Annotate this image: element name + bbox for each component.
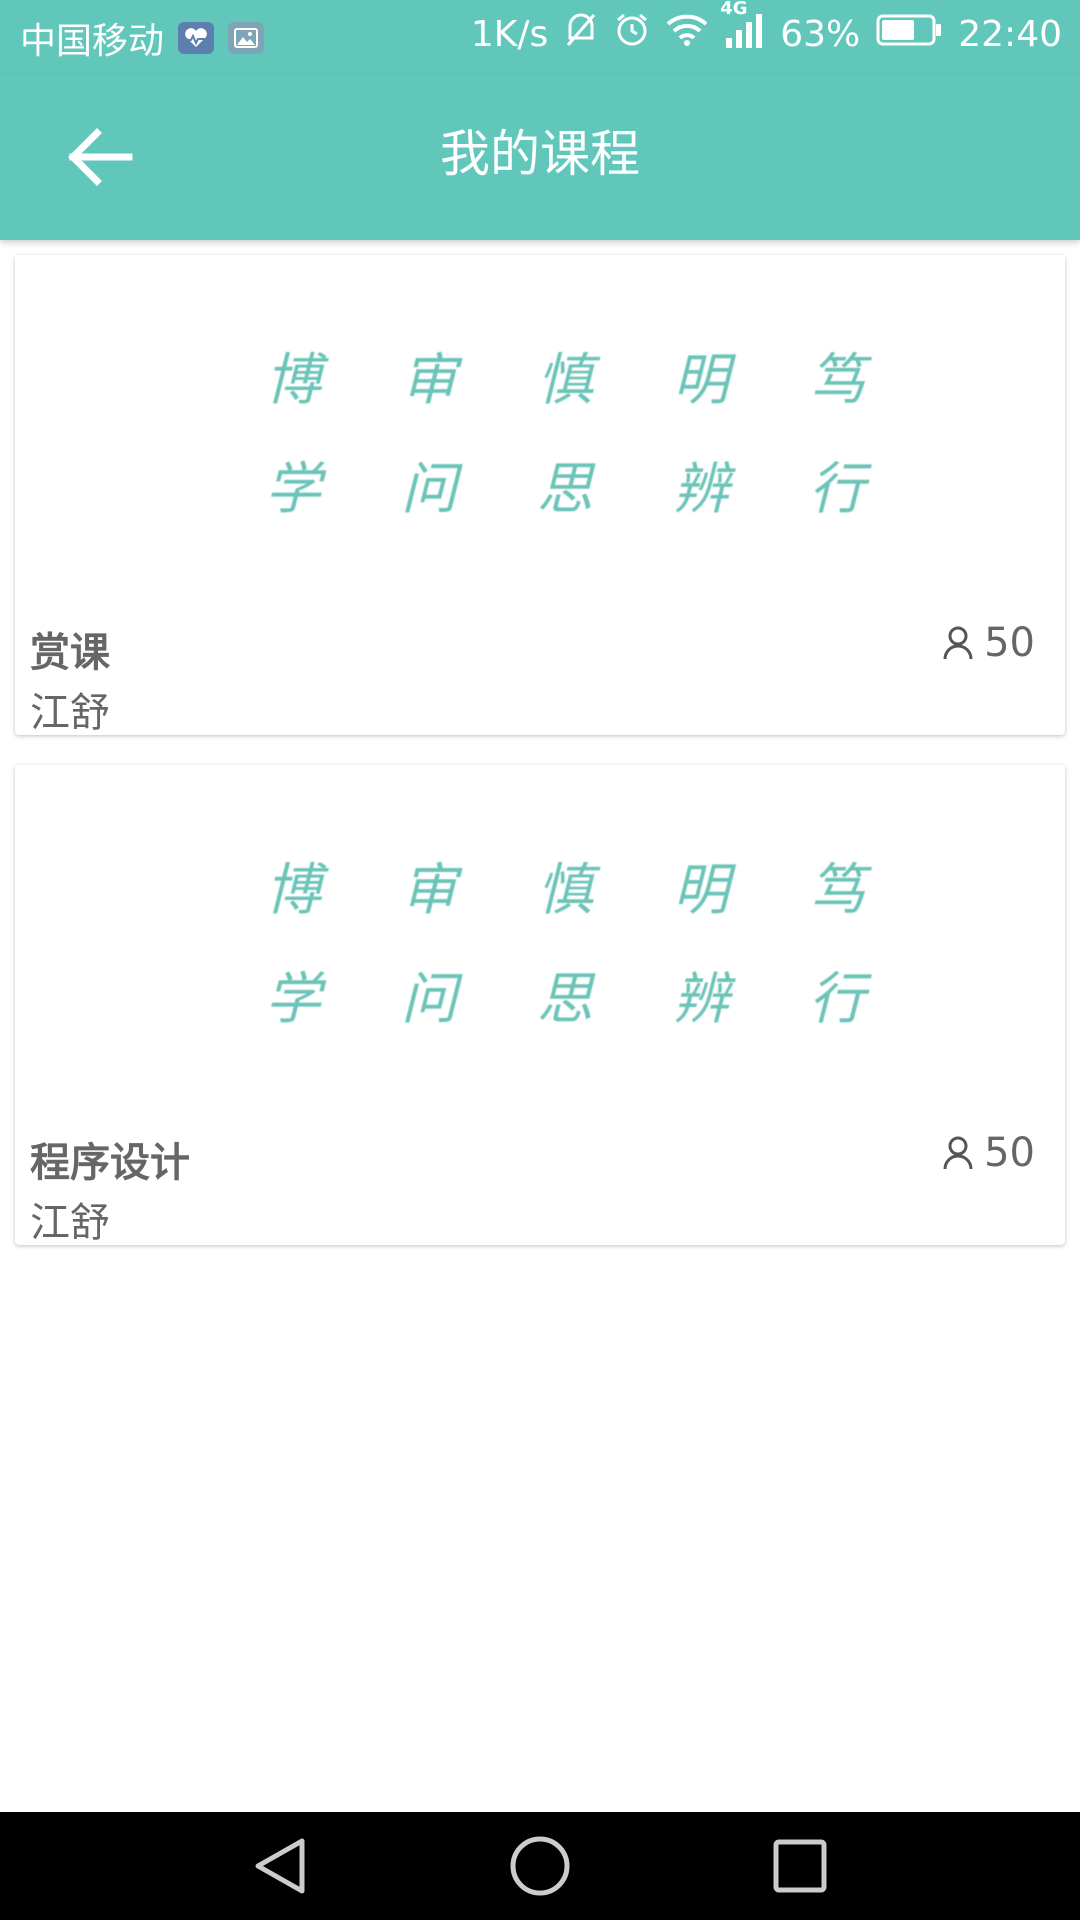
course-title: 赏课 xyxy=(30,630,110,676)
wifi-icon xyxy=(666,14,708,55)
motto-char: 思 xyxy=(537,457,593,522)
carrier-label: 中国移动 xyxy=(20,21,165,62)
motto-char: 审 xyxy=(401,348,457,413)
motto-char: 明 xyxy=(673,858,729,923)
nav-home-button[interactable] xyxy=(505,1831,575,1901)
toolbar: 我的课程 xyxy=(0,74,1080,240)
nav-home-icon xyxy=(510,1836,570,1896)
motto-char: 思 xyxy=(537,967,593,1032)
motto-char: 博 xyxy=(265,858,321,923)
motto-char: 行 xyxy=(809,457,865,522)
nav-back-button[interactable] xyxy=(245,1831,315,1901)
navigation-bar xyxy=(0,1812,1080,1920)
motto-char: 辨 xyxy=(673,457,729,522)
motto-char: 问 xyxy=(401,967,457,1032)
motto-char: 明 xyxy=(673,348,729,413)
person-icon xyxy=(943,626,973,660)
motto-char: 学 xyxy=(265,967,321,1032)
motto-char: 笃 xyxy=(809,348,865,413)
motto-char: 慎 xyxy=(537,858,593,923)
member-count: 50 xyxy=(942,1130,1035,1176)
member-count-value: 50 xyxy=(984,620,1035,666)
health-app-icon xyxy=(178,22,215,54)
status-left: 中国移动 xyxy=(20,12,265,64)
motto-grid: 博 审 慎 明 笃 学 问 思 辨 行 xyxy=(225,845,905,1035)
nav-recents-button[interactable] xyxy=(765,1831,835,1901)
course-card[interactable]: 博 审 慎 明 笃 学 问 思 辨 行 赏课 江舒 50 xyxy=(15,255,1065,736)
status-bar: 中国移动 1K/s 4G 63% 22:40 xyxy=(0,0,1080,74)
page-title: 我的课程 xyxy=(440,125,640,183)
course-title: 程序设计 xyxy=(30,1140,190,1186)
clock: 22:40 xyxy=(958,14,1062,55)
motto-grid: 博 审 慎 明 笃 学 问 思 辨 行 xyxy=(225,335,905,525)
net-speed: 1K/s xyxy=(470,14,549,55)
battery-percent: 63% xyxy=(780,14,861,55)
motto-char: 问 xyxy=(401,457,457,522)
motto-char: 博 xyxy=(265,348,321,413)
battery-icon xyxy=(876,14,942,55)
mute-icon xyxy=(564,12,598,57)
status-right: 1K/s 4G 63% 22:40 xyxy=(470,0,1062,57)
motto-char: 行 xyxy=(809,967,865,1032)
signal-icon: 4G xyxy=(720,0,764,57)
motto-char: 辨 xyxy=(673,967,729,1032)
network-type-label: 4G xyxy=(720,0,748,19)
gallery-app-icon xyxy=(228,22,265,54)
motto-char: 审 xyxy=(401,858,457,923)
member-count-value: 50 xyxy=(984,1130,1035,1176)
motto-char: 学 xyxy=(265,457,321,522)
alarm-icon xyxy=(614,12,650,57)
nav-back-icon xyxy=(255,1838,305,1894)
course-teacher: 江舒 xyxy=(30,1200,110,1246)
course-banner: 博 审 慎 明 笃 学 问 思 辨 行 xyxy=(15,255,1065,585)
person-icon xyxy=(943,1136,973,1170)
course-banner: 博 审 慎 明 笃 学 问 思 辨 行 xyxy=(15,765,1065,1095)
course-teacher: 江舒 xyxy=(30,690,110,736)
motto-char: 笃 xyxy=(809,858,865,923)
course-card[interactable]: 博 审 慎 明 笃 学 问 思 辨 行 程序设计 江舒 50 xyxy=(15,765,1065,1246)
motto-char: 慎 xyxy=(537,348,593,413)
nav-recents-icon xyxy=(773,1839,827,1893)
member-count: 50 xyxy=(942,620,1035,666)
